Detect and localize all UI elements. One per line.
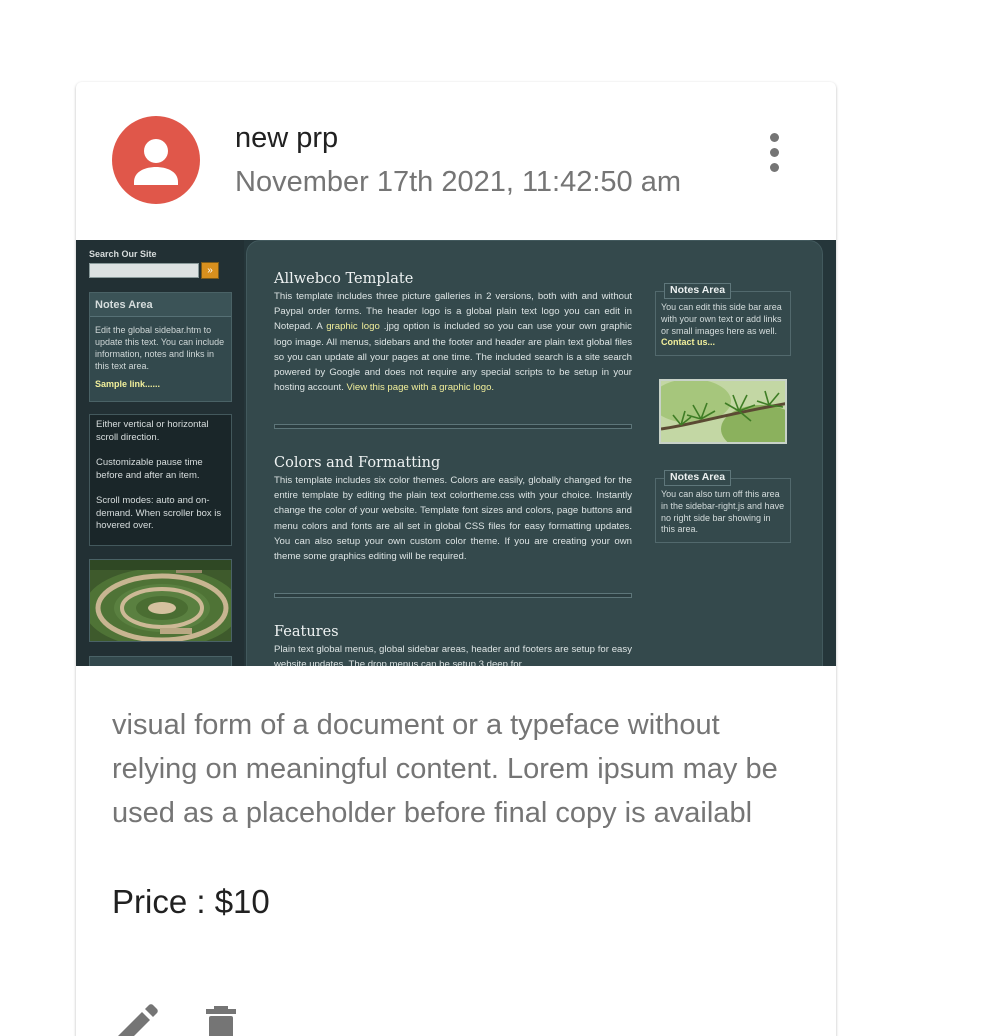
card-price: Price : $10 bbox=[112, 883, 270, 920]
template-right-notes: Notes Area You can also turn off this ar… bbox=[655, 470, 791, 544]
template-section-text: This template includes six color themes.… bbox=[274, 475, 632, 563]
template-section-text: This template includes three picture gal… bbox=[274, 291, 632, 394]
template-section-heading: Features bbox=[274, 624, 339, 640]
template-section: Allwebco Template This template includes… bbox=[274, 271, 632, 395]
template-search-button: » bbox=[201, 262, 219, 279]
delete-trash-icon[interactable] bbox=[204, 1000, 254, 1036]
template-section-text: Plain text global menus, global sidebar … bbox=[274, 644, 632, 666]
template-section-heading: Colors and Formatting bbox=[274, 455, 441, 471]
post-card: new prp November 17th 2021, 11:42:50 am … bbox=[76, 82, 836, 1036]
card-header: new prp November 17th 2021, 11:42:50 am bbox=[76, 82, 836, 240]
template-left-box bbox=[89, 656, 232, 666]
template-scroller: Either vertical or horizontal scroll dir… bbox=[89, 414, 232, 546]
template-left-notes-link: Sample link...... bbox=[95, 379, 161, 389]
pine-branch-image bbox=[659, 379, 787, 444]
template-right-notes-label: Notes Area bbox=[664, 470, 732, 486]
edit-pencil-icon[interactable] bbox=[112, 1000, 162, 1036]
card-description: visual form of a document or a typeface … bbox=[112, 709, 778, 829]
card-media: Search Our Site » Notes Area Edit the gl… bbox=[76, 240, 836, 666]
template-right-notes-link: Contact us... bbox=[661, 337, 716, 348]
template-section: Colors and Formatting This template incl… bbox=[274, 455, 632, 564]
account-circle-icon bbox=[112, 116, 200, 204]
card-actions bbox=[112, 1000, 312, 1036]
template-divider bbox=[274, 424, 632, 429]
template-search-label: Search Our Site bbox=[89, 249, 157, 259]
card-title: new prp bbox=[235, 122, 339, 154]
template-scroller-item: Either vertical or horizontal scroll dir… bbox=[96, 419, 209, 443]
garden-maze-image bbox=[89, 559, 232, 642]
template-main-content: Allwebco Template This template includes… bbox=[246, 240, 823, 666]
template-divider bbox=[274, 593, 632, 598]
template-scroller-item: Scroll modes: auto and on-demand. When s… bbox=[96, 495, 222, 531]
template-search-input bbox=[89, 263, 199, 278]
template-left-notes-heading: Notes Area bbox=[90, 293, 231, 317]
template-left-notes-body: Edit the global sidebar.htm to update th… bbox=[95, 325, 225, 371]
template-section: Features Plain text global menus, global… bbox=[274, 624, 632, 666]
template-scroller-item: Customizable pause time before and after… bbox=[96, 457, 203, 481]
template-right-notes-label: Notes Area bbox=[664, 283, 732, 299]
template-left-sidebar: Search Our Site » Notes Area Edit the gl… bbox=[76, 240, 244, 666]
template-right-notes-text: You can also turn off this area in the s… bbox=[661, 489, 785, 535]
template-section-heading: Allwebco Template bbox=[274, 271, 414, 287]
more-vert-icon[interactable] bbox=[756, 130, 792, 174]
template-right-notes: Notes Area You can edit this side bar ar… bbox=[655, 283, 791, 357]
template-right-notes-text: You can edit this side bar area with you… bbox=[661, 302, 782, 336]
template-left-notes: Notes Area Edit the global sidebar.htm t… bbox=[89, 292, 232, 402]
card-subtitle: November 17th 2021, 11:42:50 am bbox=[235, 166, 682, 198]
